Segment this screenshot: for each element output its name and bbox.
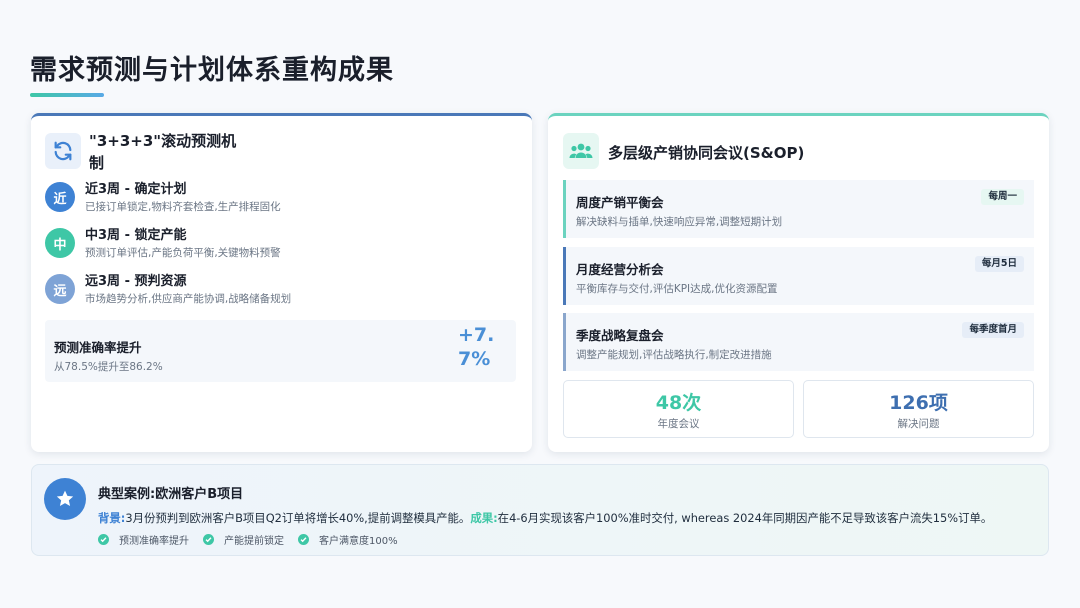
page-title: 需求预测与计划体系重构成果 [30, 55, 394, 86]
phase-badge: 中 [45, 228, 75, 258]
check-icon [98, 534, 109, 545]
phase-desc: 已接订单锁定,物料齐套检查,生产排程固化 [85, 201, 281, 213]
meeting-desc: 解决缺料与插单,快速响应异常,调整短期计划 [576, 216, 783, 228]
stat-issues: 126项 解决问题 [803, 380, 1034, 438]
stat-meetings: 48次 年度会议 [563, 380, 794, 438]
stat-value: 48次 [655, 392, 702, 414]
phase-badge: 近 [45, 182, 75, 212]
meeting-desc: 调整产能规划,评估战略执行,制定改进措施 [576, 349, 772, 361]
phase-title: 远3周 - 预判资源 [85, 274, 187, 289]
phase-title: 近3周 - 确定计划 [85, 182, 187, 197]
accuracy-title: 预测准确率提升 [54, 340, 142, 355]
forecast-card: "3+3+3"滚动预测机制 近 近3周 - 确定计划 已接订单锁定,物料齐套检查… [31, 113, 532, 452]
check-label: 产能提前锁定 [224, 536, 284, 547]
phase-mid: 中 中3周 - 锁定产能 预测订单评估,产能负荷平衡,关键物料预警 [45, 224, 515, 264]
result-label: 成果: [470, 511, 498, 525]
check-item: 产能提前锁定 [203, 532, 284, 547]
phase-title: 中3周 - 锁定产能 [85, 228, 187, 243]
phase-far: 远 远3周 - 预判资源 市场趋势分析,供应商产能协调,战略储备规划 [45, 270, 515, 310]
check-icon [298, 534, 309, 545]
refresh-icon [45, 133, 81, 169]
background-label: 背景: [98, 511, 126, 525]
stat-label: 解决问题 [897, 418, 940, 430]
title-underline [30, 93, 104, 97]
phase-badge: 远 [45, 274, 75, 304]
check-label: 客户满意度100% [319, 536, 398, 547]
phase-desc: 市场趋势分析,供应商产能协调,战略储备规划 [85, 293, 292, 305]
check-icon [203, 534, 214, 545]
meeting-tag: 每月5日 [974, 256, 1024, 272]
check-label: 预测准确率提升 [119, 536, 189, 547]
accuracy-subtitle: 从78.5%提升至86.2% [54, 361, 163, 373]
meeting-monthly: 月度经营分析会 平衡库存与交付,评估KPI达成,优化资源配置 每月5日 [563, 247, 1034, 305]
forecast-title: "3+3+3"滚动预测机制 [89, 132, 237, 172]
sop-title: 多层级产销协同会议(S&OP) [608, 144, 805, 162]
meeting-quarterly: 季度战略复盘会 调整产能规划,评估战略执行,制定改进措施 每季度首月 [563, 313, 1034, 371]
accuracy-box: 预测准确率提升 从78.5%提升至86.2% +7.7% [45, 320, 516, 382]
sop-card: 多层级产销协同会议(S&OP) 周度产销平衡会 解决缺料与插单,快速响应异常,调… [548, 113, 1049, 452]
meeting-weekly: 周度产销平衡会 解决缺料与插单,快速响应异常,调整短期计划 每周一 [563, 180, 1034, 238]
meeting-tag: 每季度首月 [962, 322, 1024, 338]
meeting-title: 季度战略复盘会 [576, 328, 664, 343]
background-text: 3月份预判到欧洲客户B项目Q2订单将增长40%,提前调整模具产能。 [125, 511, 471, 525]
phase-near: 近 近3周 - 确定计划 已接订单锁定,物料齐套检查,生产排程固化 [45, 178, 515, 218]
stat-value: 126项 [889, 392, 948, 414]
meeting-title: 月度经营分析会 [576, 262, 664, 277]
case-study: 典型案例:欧洲客户B项目 背景:3月份预判到欧洲客户B项目Q2订单将增长40%,… [31, 464, 1049, 556]
stat-label: 年度会议 [657, 418, 700, 430]
meeting-desc: 平衡库存与交付,评估KPI达成,优化资源配置 [576, 283, 778, 295]
phase-desc: 预测订单评估,产能负荷平衡,关键物料预警 [85, 247, 281, 259]
users-icon [563, 133, 599, 169]
case-body: 背景:3月份预判到欧洲客户B项目Q2订单将增长40%,提前调整模具产能。成果:在… [98, 510, 1043, 526]
case-title: 典型案例:欧洲客户B项目 [98, 487, 244, 502]
case-checks: 预测准确率提升 产能提前锁定 客户满意度100% [98, 532, 412, 547]
check-item: 客户满意度100% [298, 532, 398, 547]
meeting-title: 周度产销平衡会 [576, 195, 664, 210]
meeting-tag: 每周一 [981, 189, 1024, 205]
slide: 需求预测与计划体系重构成果 "3+3+3"滚动预测机制 近 近3周 - 确定计划… [0, 0, 1080, 608]
star-icon [44, 478, 86, 520]
accuracy-value: +7.7% [458, 324, 495, 370]
result-text: 在4-6月实现该客户100%准时交付, whereas 2024年同期因产能不足… [497, 511, 993, 525]
check-item: 预测准确率提升 [98, 532, 189, 547]
